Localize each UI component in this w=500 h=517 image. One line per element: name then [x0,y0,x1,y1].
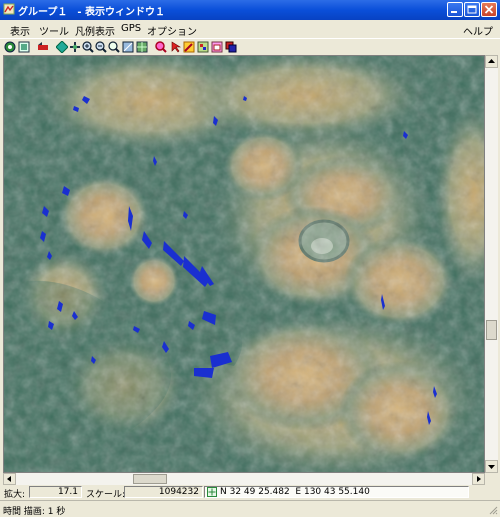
zoom-red-button[interactable] [155,41,167,53]
terrain-relief-map [4,56,484,472]
coordinate-display: N 32 49 25.482 E 130 43 55.140 [204,486,469,498]
map-grid-button[interactable] [136,41,148,53]
minimize-icon [451,11,457,13]
vertical-scroll-thumb[interactable] [486,320,497,340]
arrow-icon [38,42,48,50]
arrow-left-icon [7,476,11,482]
menu-legend[interactable]: 凡例表示 [75,23,115,38]
scroll-right-button[interactable] [472,473,485,485]
zoom-red-icon [155,41,167,53]
draw-button[interactable] [183,41,195,53]
window-button[interactable] [225,41,237,53]
arrow-down-icon [488,465,495,469]
menu-help[interactable]: ヘルプ [463,23,493,38]
window-title: グループ１ - 表示ウィンドウ１ [18,7,166,18]
print-icon [18,41,30,53]
zoom-full-button[interactable] [122,41,134,53]
close-icon [484,5,494,14]
diamond-button[interactable] [56,41,68,53]
app-window: グループ１ - 表示ウィンドウ１ 表示 ツール 凡例表示 GPS オプション ヘ… [0,0,500,517]
zoom-in-icon [82,41,94,53]
minimize-button[interactable] [447,2,463,17]
diamond-icon [56,41,68,53]
app-icon [3,3,15,15]
scroll-left-button[interactable] [3,473,16,485]
zoom-out-icon [95,41,107,53]
zoom-in-button[interactable] [82,41,94,53]
menu-tools[interactable]: ツール [39,23,69,38]
layers-icon [197,41,209,53]
zoom-magnifier-icon [108,41,120,53]
draw-icon [183,41,195,53]
scroll-down-button[interactable] [485,460,498,473]
status-bar: 時間 描画: 1 秒 [0,500,500,517]
arrow-right-icon [477,476,481,482]
render-time-text: 時間 描画: 1 秒 [3,507,66,517]
toolbar [0,38,500,55]
menu-view[interactable]: 表示 [10,23,30,38]
fit-view-button[interactable] [4,41,16,53]
vertical-scrollbar[interactable] [485,55,498,473]
map-status-row: 拡大: 17.1 スケール: 1094232 N 32 49 25.482 E … [0,485,500,500]
print-button[interactable] [18,41,30,53]
zoom-out-button[interactable] [95,41,107,53]
maximize-icon [467,5,477,14]
horizontal-scroll-thumb[interactable] [133,474,167,484]
menu-gps[interactable]: GPS [121,23,141,34]
pointer-button[interactable] [170,41,182,53]
maximize-button[interactable] [464,2,480,17]
map-canvas[interactable] [3,55,485,473]
arrow-up-icon [488,59,495,63]
zoom-label: 拡大: [4,490,26,500]
palette-icon [211,41,223,53]
arrow-button[interactable] [37,41,49,53]
horizontal-scrollbar[interactable] [3,473,485,485]
window-icon [225,41,237,53]
coordinate-text: N 32 49 25.482 E 130 43 55.140 [220,487,370,497]
scroll-up-button[interactable] [485,55,498,68]
close-button[interactable] [481,2,497,17]
map-grid-icon [136,41,148,53]
zoom-full-icon [122,41,134,53]
gps-target-icon [207,487,217,497]
zoom-value-field: 17.1 [29,486,82,498]
fit-view-icon [4,41,16,53]
menu-bar: 表示 ツール 凡例表示 GPS オプション ヘルプ [0,20,500,38]
pointer-icon [171,41,182,53]
layers-button[interactable] [197,41,209,53]
title-bar[interactable]: グループ１ - 表示ウィンドウ１ [0,0,500,20]
pan-icon [70,42,80,52]
zoom-magnifier-button[interactable] [108,41,120,53]
scale-label: スケール: [86,490,126,500]
menu-options[interactable]: オプション [147,23,197,38]
pan-button[interactable] [69,41,81,53]
resize-grip-icon[interactable] [488,505,498,515]
palette-button[interactable] [211,41,223,53]
scale-value-field: 1094232 [124,486,203,498]
